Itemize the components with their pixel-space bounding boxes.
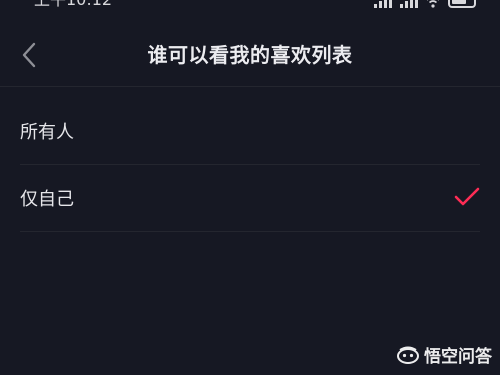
signal-icon (374, 0, 392, 8)
watermark: 悟空问答 (396, 342, 492, 367)
page-title: 谁可以看我的喜欢列表 (147, 43, 353, 67)
watermark-text: 悟空问答 (424, 347, 492, 367)
nav-divider (0, 86, 500, 87)
status-icons (374, 0, 476, 8)
option-everyone[interactable]: 所有人 (20, 98, 480, 165)
option-label: 仅自己 (20, 189, 74, 210)
signal-icon-secondary (400, 0, 418, 8)
status-time: 上午10:12 (34, 0, 112, 10)
option-only-me[interactable]: 仅自己 (20, 165, 480, 232)
screen: 上午10:12 谁可以看我的喜欢列表 所有人 (0, 0, 500, 375)
wifi-icon (427, 0, 439, 8)
status-bar: 上午10:12 (0, 0, 500, 10)
wukong-logo-icon (397, 346, 419, 364)
visibility-option-list: 所有人 仅自己 (20, 98, 480, 232)
battery-icon (448, 0, 476, 8)
option-label: 所有人 (20, 122, 74, 143)
check-icon (454, 187, 480, 206)
nav-bar: 谁可以看我的喜欢列表 (0, 22, 500, 86)
